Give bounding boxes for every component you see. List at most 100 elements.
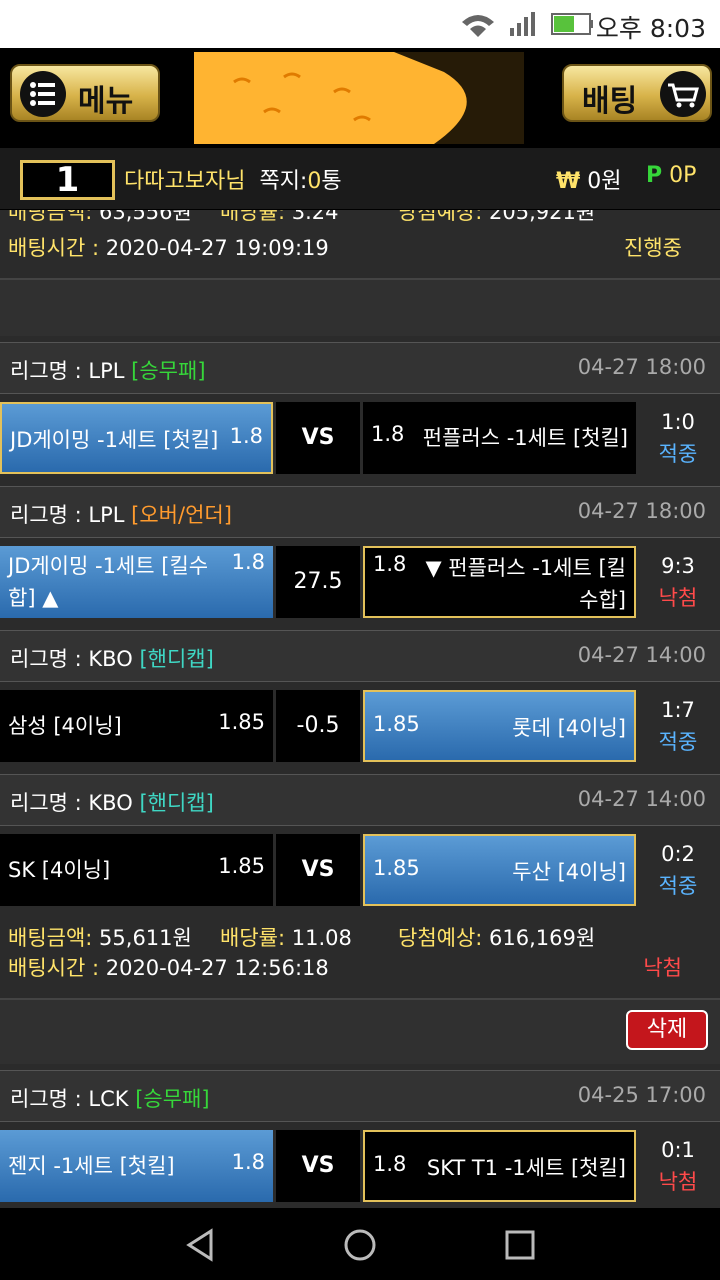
home-team: JD게이밍 -1세트 [첫킬] xyxy=(10,428,219,452)
away-odds: 1.8 xyxy=(371,422,405,446)
odds-value: 11.08 xyxy=(291,926,352,950)
bet-status: 진행중 xyxy=(624,236,682,260)
point-icon: P xyxy=(646,163,663,188)
expect-label: 당첨예상: xyxy=(398,210,483,222)
home-team-pick[interactable]: JD게이밍 -1세트 [첫킬] 1.8 xyxy=(0,402,273,474)
game-row: 젠지 -1세트 [첫킬] 1.8 VS 1.8 SKT T1 -1세트 [첫킬] 0… xyxy=(0,1130,720,1202)
result-status: 낙첨 xyxy=(658,586,698,610)
back-icon[interactable] xyxy=(183,1228,217,1262)
username: 다따고보자님 xyxy=(124,169,246,194)
message-label: 쪽지: xyxy=(259,169,308,194)
bet-status: 낙첨 xyxy=(643,956,682,980)
bet-history-list[interactable]: 배팅금액: 63,556원 배당률: 3.24 당첨예상: 205,921원 배… xyxy=(0,210,720,1208)
top-bar: 메뉴 배팅 xyxy=(0,48,720,148)
away-team-pick[interactable]: 1.8 SKT T1 -1세트 [첫킬] xyxy=(363,1130,636,1202)
user-info-bar: 1 다따고보자님 쪽지:0통 ₩ 0원 P 0P xyxy=(0,148,720,210)
away-team: 롯데 [4이닝] xyxy=(512,716,626,740)
away-odds: 1.85 xyxy=(373,856,420,880)
result-status: 적중 xyxy=(658,730,698,754)
bet-time-row: 배팅시간 : 2020-04-27 12:56:18 낙첨 xyxy=(0,952,720,982)
time-value: 2020-04-27 19:09:19 xyxy=(105,236,329,260)
bet-button[interactable]: 배팅 xyxy=(562,64,712,122)
game-date: 04-27 18:00 xyxy=(577,499,706,523)
user-summary: 다따고보자님 쪽지:0통 xyxy=(124,163,342,195)
points: P 0P xyxy=(646,163,696,188)
score: 1:0 xyxy=(661,410,695,434)
bet-type-tag: [핸디캡] xyxy=(139,647,214,671)
league-header: 리그명 : KBO [핸디캡] 04-27 14:00 xyxy=(0,774,720,826)
over-under-line: 27.5 xyxy=(276,546,360,618)
home-team-pick[interactable]: 젠지 -1세트 [첫킬] 1.8 xyxy=(0,1130,273,1202)
result-status: 낙첨 xyxy=(658,1170,698,1194)
message-unit: 통 xyxy=(321,169,342,194)
league-name: KBO xyxy=(88,791,133,815)
bet-separator xyxy=(0,278,720,336)
status-bar: 오후 8:03 xyxy=(0,0,720,48)
score: 0:1 xyxy=(661,1138,695,1162)
vs-label: VS xyxy=(276,1130,360,1202)
result-cell: 0:2 적중 xyxy=(636,834,720,906)
league-name: LCK xyxy=(88,1087,129,1111)
amount-label: 배팅금액: xyxy=(8,926,93,950)
money: ₩ 0원 xyxy=(556,163,622,195)
away-team-pick[interactable]: 1.85 롯데 [4이닝] xyxy=(363,690,636,762)
home-odds: 1.8 xyxy=(231,550,265,574)
league-label: 리그명 : xyxy=(10,647,82,671)
amount-value: 63,556원 xyxy=(99,210,192,222)
game-date: 04-27 14:00 xyxy=(577,787,706,811)
home-team-pick[interactable]: SK [4이닝] 1.85 xyxy=(0,834,273,906)
home-icon[interactable] xyxy=(343,1228,377,1262)
game-date: 04-27 14:00 xyxy=(577,643,706,667)
away-odds: 1.8 xyxy=(373,1152,407,1176)
amount-value: 55,611원 xyxy=(99,926,192,950)
expect-value: 205,921원 xyxy=(489,210,596,222)
score: 0:2 xyxy=(661,842,695,866)
result-status: 적중 xyxy=(658,874,698,898)
android-nav-bar xyxy=(0,1208,720,1280)
home-odds: 1.85 xyxy=(218,710,265,734)
odds-value: 3.24 xyxy=(291,210,339,222)
amount-label: 배팅금액: xyxy=(8,210,93,222)
away-team-pick[interactable]: 1.85 두산 [4이닝] xyxy=(363,834,636,906)
delete-button[interactable]: 삭제 xyxy=(626,1010,708,1050)
bet-type-tag: [승무패] xyxy=(131,359,206,383)
time-label: 배팅시간 : xyxy=(8,956,100,980)
menu-list-icon xyxy=(20,71,66,117)
game-row: SK [4이닝] 1.85 VS 1.85 두산 [4이닝] 0:2 적중 xyxy=(0,834,720,906)
bet-type-tag: [승무패] xyxy=(135,1087,210,1111)
home-team: 삼성 [4이닝] xyxy=(8,714,122,738)
menu-button[interactable]: 메뉴 xyxy=(10,64,160,122)
away-team: SKT T1 -1세트 [첫킬] xyxy=(426,1156,626,1180)
time-value: 2020-04-27 12:56:18 xyxy=(105,956,329,980)
vs-label: VS xyxy=(276,402,360,474)
away-team-pick[interactable]: 1.8 ▼ 펀플러스 -1세트 [킬수합] xyxy=(363,546,636,618)
vs-label: VS xyxy=(276,834,360,906)
away-team-pick[interactable]: 1.8 펀플러스 -1세트 [첫킬] xyxy=(363,402,636,474)
home-team-pick[interactable]: 삼성 [4이닝] 1.85 xyxy=(0,690,273,762)
result-cell: 0:1 낙첨 xyxy=(636,1130,720,1202)
away-odds: 1.8 xyxy=(373,552,407,576)
score: 1:7 xyxy=(661,698,695,722)
league-label: 리그명 : xyxy=(10,791,82,815)
money-value: 0원 xyxy=(587,169,622,194)
home-team: SK [4이닝] xyxy=(8,858,111,882)
bet-separator: 삭제 xyxy=(0,998,720,1064)
bet-label: 배팅 xyxy=(582,84,638,119)
home-odds: 1.8 xyxy=(229,424,263,448)
rank-badge: 1 xyxy=(20,160,115,200)
time-label: 배팅시간 : xyxy=(8,236,100,260)
won-icon: ₩ xyxy=(556,169,581,194)
home-odds: 1.85 xyxy=(218,854,265,878)
league-header: 리그명 : LCK [승무패] 04-25 17:00 xyxy=(0,1070,720,1122)
home-odds: 1.8 xyxy=(231,1150,265,1174)
away-team: ▼ 펀플러스 -1세트 [킬수합] xyxy=(425,556,626,612)
bet-type-tag: [핸디캡] xyxy=(139,791,214,815)
game-row: 삼성 [4이닝] 1.85 -0.5 1.85 롯데 [4이닝] 1:7 적중 xyxy=(0,690,720,762)
recent-apps-icon[interactable] xyxy=(503,1228,537,1262)
league-header: 리그명 : LPL [승무패] 04-27 18:00 xyxy=(0,342,720,394)
result-status: 적중 xyxy=(658,442,698,466)
handicap-line: -0.5 xyxy=(276,690,360,762)
home-team-pick[interactable]: JD게이밍 -1세트 [킬수합] ▲ 1.8 xyxy=(0,546,273,618)
league-header: 리그명 : LPL [오버/언더] 04-27 18:00 xyxy=(0,486,720,538)
message-count[interactable]: 0 xyxy=(307,169,321,194)
